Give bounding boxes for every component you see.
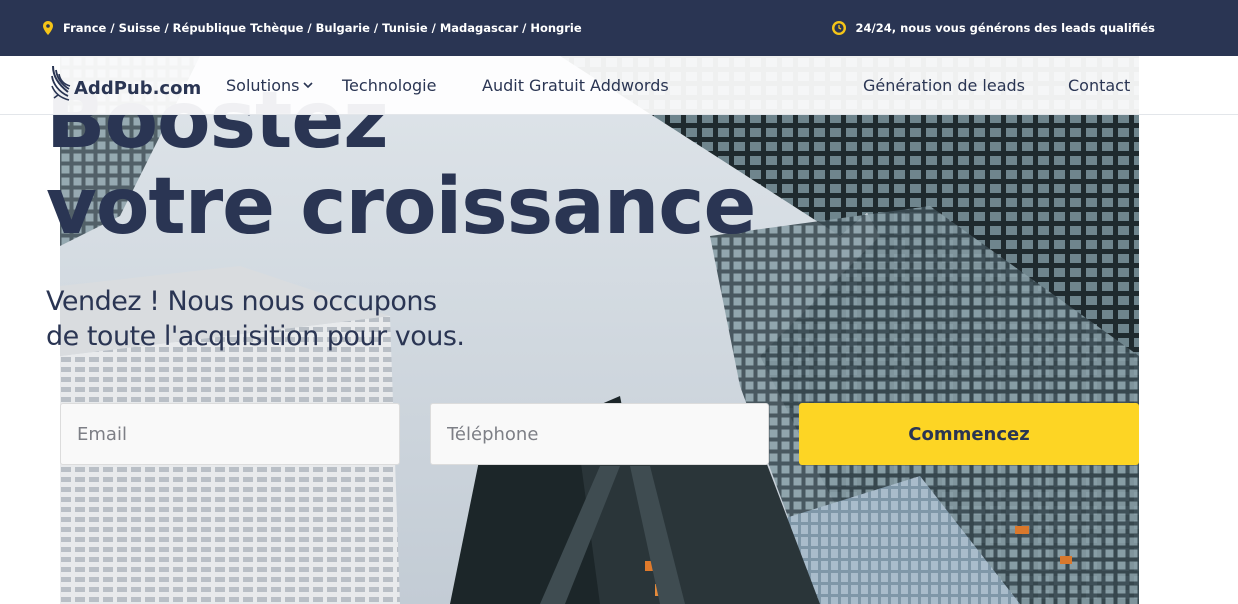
email-field[interactable]	[60, 403, 400, 465]
chevron-down-icon	[302, 81, 313, 89]
nav-item-contact[interactable]: Contact	[1068, 56, 1130, 114]
logo-text: AddPub.com	[74, 77, 202, 99]
site-logo[interactable]: AddPub.com	[50, 64, 201, 106]
nav-item-solutions[interactable]: Solutions	[226, 56, 313, 114]
map-pin-icon	[43, 21, 53, 35]
logo-wing-icon	[50, 62, 72, 109]
nav-item-label: Contact	[1068, 75, 1131, 95]
start-button[interactable]: Commencez	[799, 403, 1139, 465]
hero-headline-line2: votre croissance	[46, 162, 756, 252]
top-info-bar: France / Suisse / République Tchèque / B…	[0, 0, 1238, 56]
nav-item-label: Audit Gratuit Addwords	[482, 75, 669, 95]
nav-item-label: Solutions	[226, 75, 300, 95]
nav-item-technologie[interactable]: Technologie	[342, 56, 436, 114]
main-navbar: AddPub.com Solutions Technologie Audit G…	[0, 56, 1238, 115]
countries-text: France / Suisse / République Tchèque / B…	[63, 21, 582, 35]
nav-item-audit-gratuit[interactable]: Audit Gratuit Addwords	[482, 56, 669, 114]
phone-field[interactable]	[430, 403, 769, 465]
availability-text: 24/24, nous vous générons des leads qual…	[855, 21, 1155, 35]
clock-icon	[831, 21, 846, 35]
countries-info: France / Suisse / République Tchèque / B…	[43, 0, 582, 56]
availability-info: 24/24, nous vous générons des leads qual…	[831, 0, 1155, 56]
hero-subheadline-line2: de toute l'acquisition pour vous.	[46, 321, 465, 352]
nav-item-label: Technologie	[342, 75, 437, 95]
nav-item-label: Génération de leads	[863, 75, 1026, 95]
hero-subheadline-line1: Vendez ! Nous nous occupons	[46, 286, 437, 317]
nav-item-generation-leads[interactable]: Génération de leads	[863, 56, 1025, 114]
